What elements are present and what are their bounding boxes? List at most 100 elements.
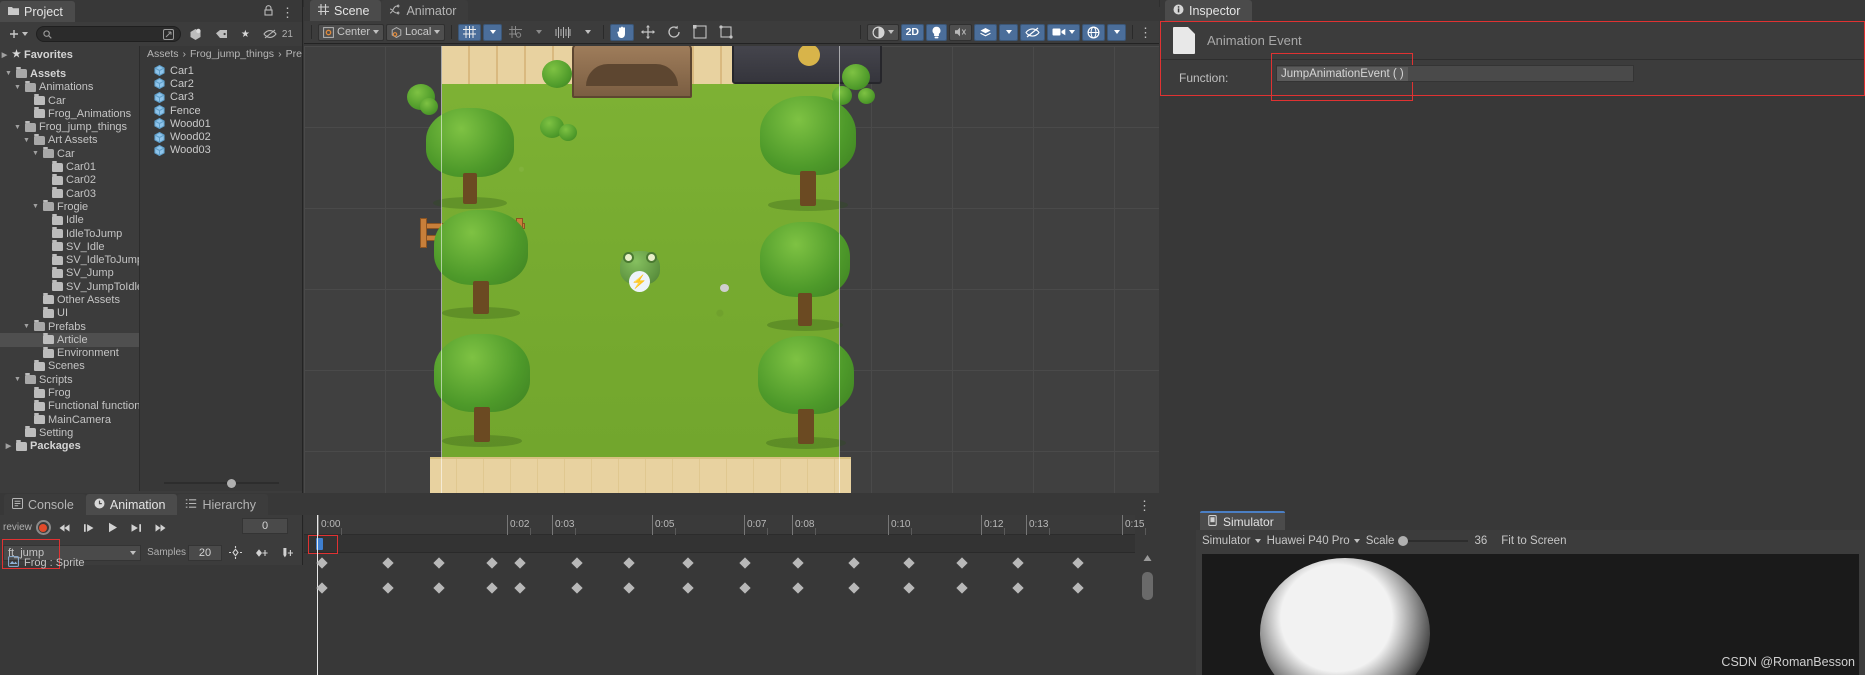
tree-item-car[interactable]: ▼ Car xyxy=(0,147,139,160)
tree-item-ui[interactable]: UI xyxy=(0,306,139,320)
current-frame-field[interactable]: 0 xyxy=(242,518,288,534)
breadcrumb-item-1[interactable]: Frog_jump_things xyxy=(190,48,274,60)
tab-project[interactable]: Project xyxy=(0,1,75,22)
tree-item-animations[interactable]: ▼ Animations xyxy=(0,80,139,94)
asset-zoom-knob[interactable] xyxy=(226,478,236,488)
tree-item-car01[interactable]: Car01 xyxy=(0,160,139,173)
vertex-snap-dropdown[interactable] xyxy=(529,24,548,41)
pivot-dropdown[interactable]: Center xyxy=(318,23,385,41)
tree-item-other-assets[interactable]: Other Assets xyxy=(0,293,139,306)
keyframe-marker[interactable] xyxy=(1012,557,1024,569)
tab-inspector[interactable]: Inspector xyxy=(1165,0,1253,21)
tree-item-frog-jump-things[interactable]: ▼ Frog_jump_things xyxy=(0,120,139,133)
first-frame-button[interactable] xyxy=(53,519,76,536)
tab-hierarchy[interactable]: Hierarchy xyxy=(177,494,268,515)
create-menu-button[interactable] xyxy=(4,26,33,43)
tab-animation[interactable]: Animation xyxy=(85,494,178,515)
grid-size-dropdown[interactable] xyxy=(578,24,597,41)
tree-item-frogie[interactable]: ▼ Frogie xyxy=(0,200,139,213)
tree-item-sv-jumptoidle[interactable]: SV_JumpToIdle xyxy=(0,280,139,293)
chevron-down-icon[interactable]: ▼ xyxy=(4,70,13,77)
breadcrumb-item-0[interactable]: Assets xyxy=(147,48,179,60)
tree-item-frog[interactable]: Frog xyxy=(0,386,139,399)
tree-item-car[interactable]: Car xyxy=(0,94,139,107)
chevron-down-icon[interactable]: ▼ xyxy=(22,323,31,330)
keyframe-marker[interactable] xyxy=(956,557,968,569)
search-scope-icon[interactable] xyxy=(162,28,174,40)
rect-tool[interactable] xyxy=(714,24,738,41)
keyframe-marker[interactable] xyxy=(433,582,445,594)
gizmos-toggle[interactable] xyxy=(1082,23,1105,41)
space-dropdown[interactable]: Local xyxy=(386,23,446,41)
animation-menu-icon[interactable]: ⋮ xyxy=(1138,499,1159,515)
keyframe-marker[interactable] xyxy=(571,582,583,594)
next-frame-button[interactable] xyxy=(125,519,147,536)
timeline-scrollbar[interactable] xyxy=(1142,554,1153,664)
tree-item-maincamera[interactable]: MainCamera xyxy=(0,413,139,426)
asset-item[interactable]: Car2 xyxy=(154,77,302,90)
keyframe-marker[interactable] xyxy=(848,582,860,594)
vertex-snap-toggle[interactable] xyxy=(504,24,527,41)
keyframe-marker[interactable] xyxy=(623,582,635,594)
tree-item-prefabs[interactable]: ▼ Prefabs xyxy=(0,320,139,333)
fx-toggle[interactable] xyxy=(974,23,997,41)
keyframe-marker[interactable] xyxy=(382,557,394,569)
search-input[interactable] xyxy=(36,26,181,42)
preview-label[interactable]: review xyxy=(3,522,32,533)
last-frame-button[interactable] xyxy=(149,519,172,536)
asset-item[interactable]: Wood03 xyxy=(154,144,302,157)
tree-item-art-assets[interactable]: ▼ Art Assets xyxy=(0,133,139,147)
keyframe-marker[interactable] xyxy=(316,557,328,569)
tree-item-car02[interactable]: Car02 xyxy=(0,173,139,187)
keyframe-row-1[interactable] xyxy=(304,555,1135,572)
prev-frame-button[interactable] xyxy=(78,519,100,536)
tree-item-article[interactable]: Article xyxy=(0,333,139,347)
tree-item-functional-function[interactable]: Functional function xyxy=(0,399,139,413)
shading-mode-dropdown[interactable] xyxy=(866,23,899,41)
scale-slider[interactable] xyxy=(1398,536,1469,546)
scroll-up-arrow[interactable] xyxy=(1142,554,1153,562)
keyframe-marker[interactable] xyxy=(792,557,804,569)
hidden-objects-toggle[interactable] xyxy=(1020,23,1045,41)
keyframe-marker[interactable] xyxy=(739,557,751,569)
scrollbar-thumb[interactable] xyxy=(1142,572,1153,600)
chevron-down-icon[interactable]: ▼ xyxy=(22,137,31,144)
keyframe-marker[interactable] xyxy=(682,582,694,594)
keyframe-marker[interactable] xyxy=(903,582,915,594)
scale-slider-knob[interactable] xyxy=(1398,536,1409,546)
keyframe-marker[interactable] xyxy=(1072,582,1084,594)
audio-toggle[interactable] xyxy=(949,23,972,41)
property-row-frog-sprite[interactable]: Frog : Sprite xyxy=(0,555,303,571)
asset-item[interactable]: Car1 xyxy=(154,64,302,77)
function-field[interactable]: JumpAnimationEvent ( ) xyxy=(1276,65,1634,82)
tree-item-car03[interactable]: Car03 xyxy=(0,187,139,200)
grid-snap-toggle[interactable] xyxy=(458,23,482,41)
keyframe-marker[interactable] xyxy=(903,557,915,569)
chevron-down-icon[interactable]: ▼ xyxy=(13,376,22,383)
keyframe-marker[interactable] xyxy=(514,582,526,594)
grid-size-icon[interactable] xyxy=(550,24,576,41)
rotate-tool[interactable] xyxy=(662,24,686,41)
tree-item-assets[interactable]: ▼ Assets xyxy=(0,67,139,80)
tree-item-sv-jump[interactable]: SV_Jump xyxy=(0,266,139,280)
tree-item-scripts[interactable]: ▼ Scripts xyxy=(0,373,139,386)
tab-simulator[interactable]: Simulator xyxy=(1200,511,1285,530)
keyframe-marker[interactable] xyxy=(848,557,860,569)
keyframe-marker[interactable] xyxy=(433,557,445,569)
timeline-ruler[interactable]: 0:00 0:02 0:03 0:05 0:07 0:08 0:10 0:12 0:13 0:15… xyxy=(304,515,1380,535)
filter-label-icon[interactable] xyxy=(210,26,233,43)
keyframe-marker[interactable] xyxy=(514,557,526,569)
tree-item-sv-idle[interactable]: SV_Idle xyxy=(0,240,139,253)
filter-type-icon[interactable] xyxy=(184,26,207,43)
tree-item-frog-animations[interactable]: Frog_Animations xyxy=(0,107,139,120)
favorites-row[interactable]: ▶ ★ Favorites xyxy=(0,48,139,61)
asset-item[interactable]: Wood01 xyxy=(154,117,302,130)
scale-tool[interactable] xyxy=(688,24,712,41)
play-button[interactable] xyxy=(102,519,123,536)
frog-character[interactable]: ⚡ xyxy=(620,251,660,292)
asset-item[interactable]: Wood02 xyxy=(154,130,302,143)
camera-overlay-toggle[interactable] xyxy=(1047,23,1080,41)
record-button[interactable] xyxy=(35,520,51,535)
scene-viewport[interactable]: ⚡ xyxy=(304,46,1159,493)
tab-animator[interactable]: Animator xyxy=(381,0,469,21)
